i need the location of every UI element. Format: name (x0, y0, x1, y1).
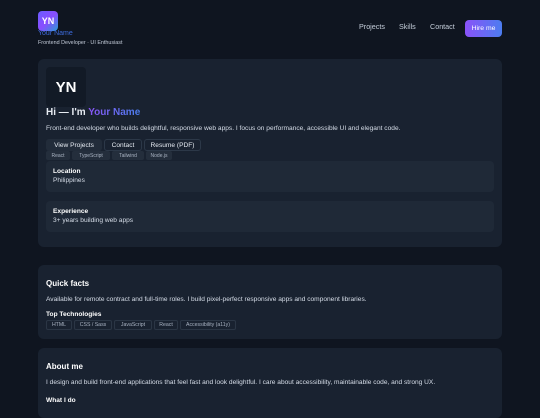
chip-typescript: TypeScript (72, 151, 110, 160)
hero-intro: Front-end developer who builds delightfu… (46, 125, 401, 132)
tech-javascript: JavaScript (114, 320, 152, 330)
quick-facts-card: Quick facts Available for remote contrac… (38, 265, 502, 339)
experience-value: 3+ years building web apps (53, 217, 134, 224)
site-header: YN Your Name Frontend Developer · UI Ent… (0, 0, 540, 56)
experience-label: Experience (53, 208, 89, 215)
about-text: I design and build front-end application… (46, 379, 436, 386)
about-card: About me I design and build front-end ap… (38, 348, 502, 418)
location-value: Philippines (53, 177, 85, 184)
logo[interactable]: YN (38, 11, 58, 31)
nav-link-skills[interactable]: Skills (399, 22, 416, 31)
tagline: Frontend Developer · UI Enthusiast (38, 40, 123, 46)
tech-accessibility: Accessibility (a11y) (180, 320, 236, 330)
avatar-initials: YN (55, 78, 77, 96)
tech-css-sass: CSS / Sass (74, 320, 112, 330)
view-projects-button[interactable]: View Projects (46, 139, 102, 151)
contact-button[interactable]: Contact (104, 139, 142, 151)
location-label: Location (53, 168, 81, 175)
hero-title-prefix: Hi — I'm (46, 107, 89, 118)
chip-react: React (46, 151, 70, 160)
brand-name[interactable]: Your Name (38, 30, 73, 38)
quick-facts-text: Available for remote contract and full-t… (46, 296, 367, 303)
tech-html: HTML (46, 320, 72, 330)
resume-button[interactable]: Resume (PDF) (144, 139, 201, 151)
chip-tailwind: Tailwind (112, 151, 144, 160)
what-i-do-title: What I do (46, 397, 76, 404)
experience-box: Experience 3+ years building web apps (46, 201, 494, 232)
quick-facts-title: Quick facts (46, 279, 90, 288)
about-title: About me (46, 362, 83, 371)
hero-card: YN Hi — I'm Your Name Front-end develope… (38, 59, 502, 247)
location-box: Location Philippines (46, 161, 494, 192)
nav-link-contact[interactable]: Contact (430, 22, 455, 31)
chip-nodejs: Node.js (146, 151, 172, 160)
hero-title-name: Your Name (88, 107, 141, 118)
top-technologies-title: Top Technologies (46, 311, 102, 318)
tech-react: React (154, 320, 178, 330)
hire-me-button[interactable]: Hire me (465, 20, 502, 37)
nav-link-projects[interactable]: Projects (359, 22, 385, 31)
avatar: YN (46, 67, 86, 107)
hero-title: Hi — I'm Your Name (46, 107, 140, 118)
logo-initials: YN (41, 16, 55, 26)
